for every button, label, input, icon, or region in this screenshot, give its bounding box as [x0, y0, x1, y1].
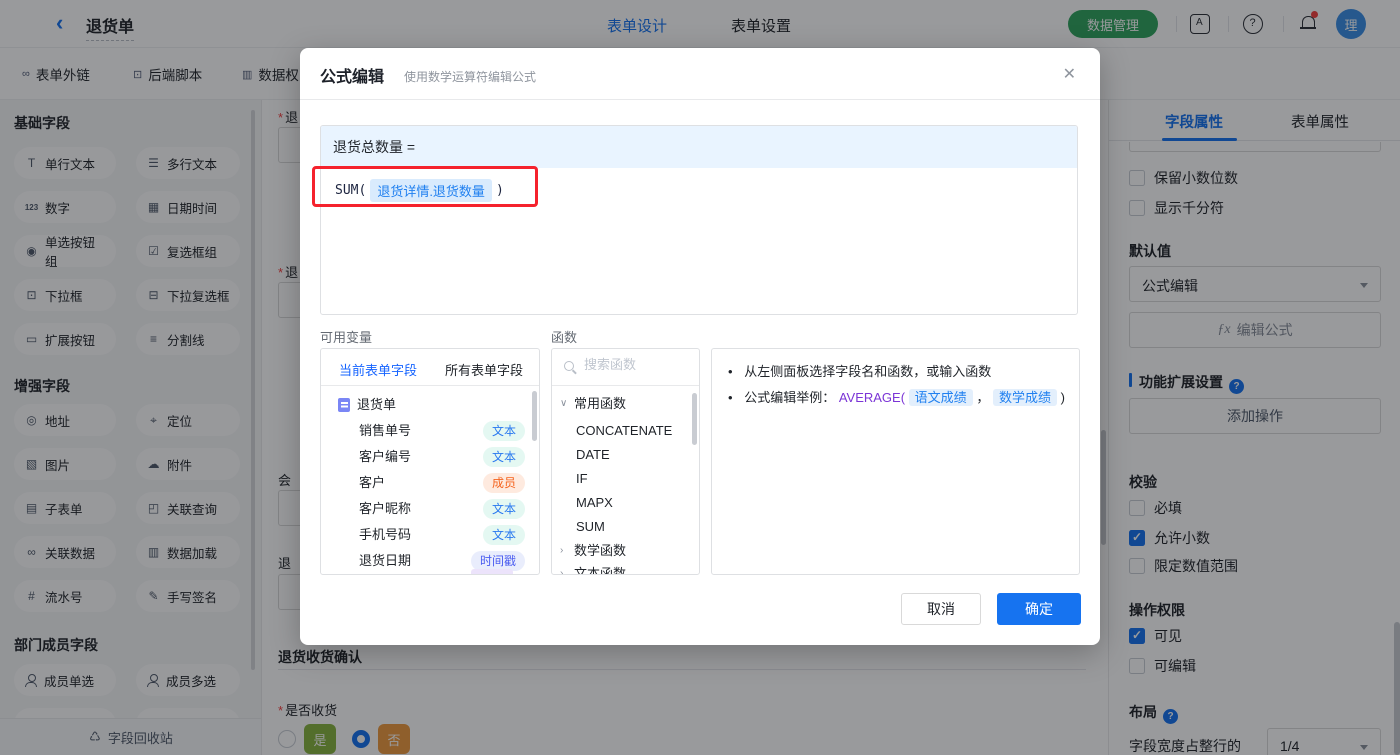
chevron-right-icon: ›	[560, 545, 564, 556]
formula-expression: SUM( 退货详情.退货数量 )	[335, 179, 504, 202]
functions-panel: ∨ 常用函数 CONCATENATE DATE IF MAPX SUM › 数学…	[551, 348, 700, 575]
variable-row[interactable]: 客户编号 文本	[321, 444, 539, 470]
modal-subtitle: 使用数学运算符编辑公式	[404, 70, 537, 84]
function-item[interactable]: SUM	[552, 516, 699, 538]
tab-all-form-fields[interactable]: 所有表单字段	[445, 360, 523, 379]
function-item[interactable]: IF	[552, 468, 699, 490]
form-designer-app: ‹ 退货单 表单设计 表单设置 数据管理 理 ∞ 表单外链 ⊡ 后端脚本 ▥ 数…	[0, 0, 1400, 755]
function-item[interactable]: CONCATENATE	[552, 420, 699, 442]
variable-root-row[interactable]: 退货单	[321, 392, 539, 418]
average-function-text: AVERAGE(	[838, 390, 906, 405]
function-group[interactable]: › 数学函数	[552, 540, 699, 562]
variables-scrollbar[interactable]	[532, 391, 537, 441]
modal-header: 公式编辑 使用数学运算符编辑公式 ✕	[300, 48, 1100, 100]
confirm-button[interactable]: 确定	[997, 593, 1081, 625]
type-tag: 文本	[482, 447, 525, 467]
chevron-right-icon: ›	[560, 568, 564, 575]
function-group[interactable]: ∨ 常用函数	[552, 393, 699, 415]
variable-row[interactable]: 销售单号 文本	[321, 418, 539, 444]
variable-row[interactable]: 客户昵称 文本	[321, 496, 539, 522]
modal-title: 公式编辑	[320, 69, 385, 86]
function-item[interactable]: MAPX	[552, 492, 699, 514]
example-field-token: 语文成绩	[908, 389, 973, 406]
formula-editor-area[interactable]: 退货总数量 = SUM( 退货详情.退货数量 )	[320, 125, 1078, 315]
type-tag: 文本	[482, 525, 525, 545]
function-group[interactable]: › 文本函数	[552, 563, 699, 575]
variable-row[interactable]: 客户 成员	[321, 470, 539, 496]
chevron-down-icon: ∨	[560, 398, 568, 409]
formula-editor-modal: 公式编辑 使用数学运算符编辑公式 ✕ 退货总数量 = SUM( 退货详情.退货数…	[300, 48, 1100, 645]
search-icon	[564, 361, 576, 373]
formula-field-token[interactable]: 退货详情.退货数量	[370, 179, 492, 202]
functions-scrollbar[interactable]	[692, 393, 697, 445]
functions-label: 函数	[551, 330, 578, 345]
type-tag: 文本	[482, 499, 525, 519]
variables-tabs: 当前表单字段 所有表单字段	[321, 349, 539, 386]
type-tag: 文本	[482, 421, 525, 441]
cut-off-row-tag	[471, 569, 513, 574]
variables-panel: 当前表单字段 所有表单字段 退货单 销售单号 文本 客户编号 文本 客户 成员 …	[320, 348, 540, 575]
tab-current-form-fields[interactable]: 当前表单字段	[339, 360, 417, 379]
help-line-2: • 公式编辑举例： AVERAGE( 语文成绩 ， 数学成绩 )	[728, 389, 1065, 406]
function-search	[552, 349, 699, 386]
search-input[interactable]	[582, 356, 692, 373]
type-tag: 时间戳	[470, 551, 525, 571]
type-tag: 成员	[482, 473, 525, 493]
variables-label: 可用变量	[320, 330, 373, 345]
help-panel: • 从左侧面板选择字段名和函数，或输入函数 • 公式编辑举例： AVERAGE(…	[711, 348, 1080, 575]
close-icon[interactable]: ✕	[1063, 64, 1076, 84]
variable-row[interactable]: 手机号码 文本	[321, 522, 539, 548]
formula-target-strip: 退货总数量 =	[321, 126, 1077, 168]
example-field-token: 数学成绩	[992, 389, 1057, 406]
help-line-1: • 从左侧面板选择字段名和函数，或输入函数	[728, 364, 992, 379]
cancel-button[interactable]: 取消	[901, 593, 981, 625]
function-item[interactable]: DATE	[552, 444, 699, 466]
form-doc-icon	[338, 398, 350, 412]
